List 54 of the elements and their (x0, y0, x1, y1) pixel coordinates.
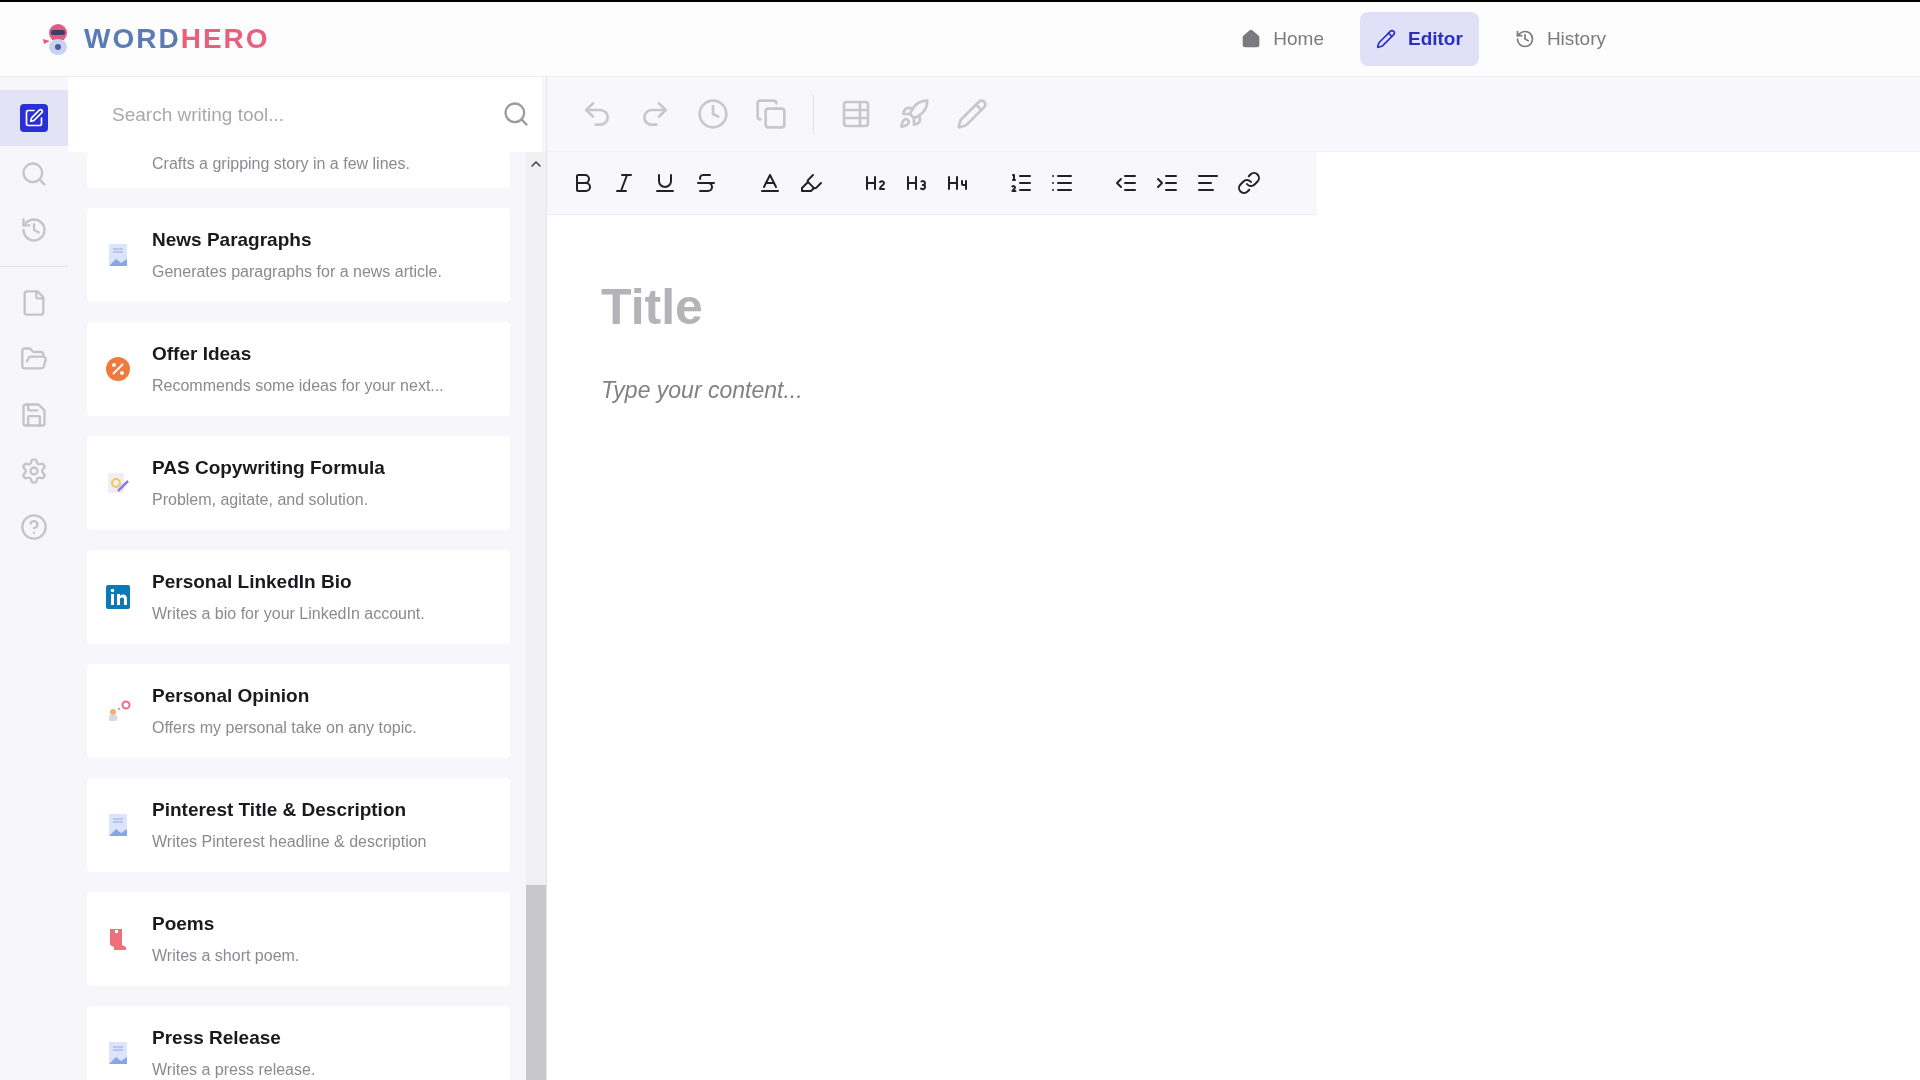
tool-card[interactable]: Personal LinkedIn Bio Writes a bio for your LinkedIn account. (87, 550, 510, 644)
tool-card[interactable]: Press Release Writes a press release. (87, 1006, 510, 1080)
tool-title: Personal Opinion (152, 683, 311, 708)
help-icon (20, 513, 48, 541)
history-icon (20, 216, 48, 244)
search-field[interactable]: Search writing tool... (68, 77, 542, 152)
tool-card[interactable]: Pinterest Title & Description Writes Pinterest headline & description (87, 778, 510, 872)
tool-title: Pinterest Title & Description (152, 797, 408, 822)
tool-description: Problem, agitate, and solution. (152, 490, 370, 511)
edit-icon (20, 104, 48, 132)
tool-description: Writes a bio for your LinkedIn account. (152, 604, 425, 625)
sidebar-button[interactable] (0, 90, 68, 146)
tool-title: Press Release (152, 1025, 282, 1050)
text-color-icon[interactable] (758, 171, 782, 195)
tool-description: Writes a short poem. (152, 946, 300, 967)
tool-title: PAS Copywriting Formula (152, 455, 385, 480)
tool-title: Poems (152, 911, 216, 936)
pencil-icon (1376, 29, 1396, 49)
tool-title: News Paragraphs (152, 227, 313, 252)
underline-icon[interactable] (653, 171, 677, 195)
nav-tab[interactable]: History (1490, 12, 1630, 66)
ordered-list-icon[interactable] (1009, 171, 1033, 195)
strikethrough-icon[interactable] (694, 171, 718, 195)
logo-text: WORDHERO (84, 22, 270, 56)
tool-description: Offers my personal take on any topic. (152, 718, 417, 739)
tool-card[interactable]: Crafts a gripping story in a few lines. (87, 152, 510, 188)
tool-card[interactable]: PAS Copywriting Formula Problem, agitate, and solution. (87, 436, 510, 530)
tool-card[interactable]: Personal Opinion Offers my personal take on any topic. (87, 664, 510, 758)
tool-title: Personal LinkedIn Bio (152, 569, 353, 594)
tool-description: Writes Pinterest headline & description (152, 832, 427, 853)
percent-icon (104, 355, 132, 383)
nav-tab[interactable]: Home (1217, 12, 1348, 66)
home-icon (1241, 29, 1262, 49)
history-icon (1514, 29, 1535, 49)
tool-card[interactable]: News Paragraphs Generates paragraphs for a news article. (87, 208, 510, 302)
title-field[interactable]: Title (601, 270, 1201, 345)
link-icon[interactable] (1237, 171, 1261, 195)
tool-description: Recommends some ideas for your next... (152, 376, 444, 397)
scrollbar[interactable] (526, 152, 546, 1080)
search-icon[interactable] (502, 100, 530, 128)
search-icon (20, 160, 48, 188)
linkedin-icon (104, 583, 132, 611)
tool-title: Offer Ideas (152, 341, 253, 366)
tool-description: Crafts a gripping story in a few lines. (152, 154, 410, 174)
tool-card[interactable]: Poems Writes a short poem. (87, 892, 510, 986)
tool-description: Writes a press release. (152, 1060, 316, 1080)
nav-tab[interactable]: Editor (1360, 12, 1479, 66)
settings-icon (20, 457, 48, 485)
scrollbar-thumb[interactable] (526, 885, 546, 1080)
tool-description: Generates paragraphs for a news article. (152, 262, 442, 283)
highlight-icon[interactable] (799, 171, 823, 195)
save-icon (20, 401, 48, 429)
content-field[interactable]: Type your content... (601, 373, 1501, 408)
tool-card[interactable]: Offer Ideas Recommends some ideas for your next... (87, 322, 510, 416)
